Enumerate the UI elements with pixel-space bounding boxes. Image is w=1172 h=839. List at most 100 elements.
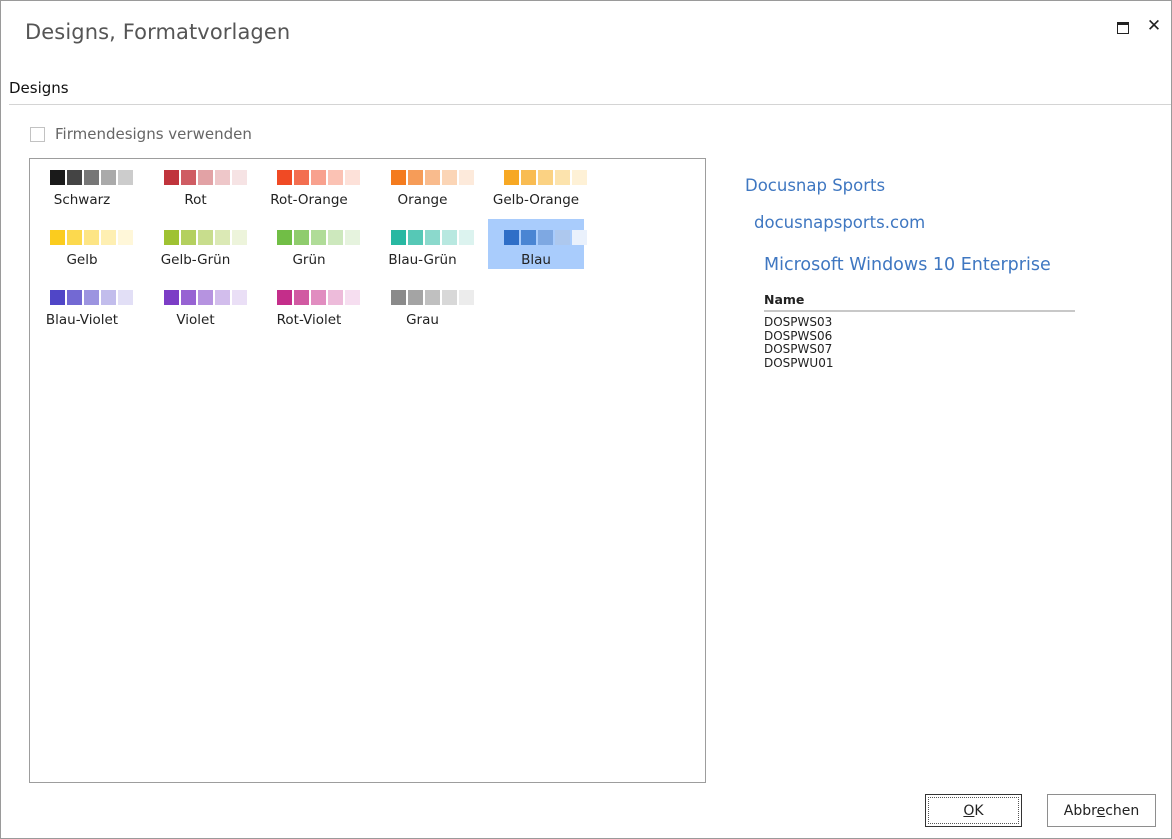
design-tile-label: Gelb-Grün — [160, 252, 231, 268]
design-tile-label: Blau — [521, 252, 551, 268]
color-swatch — [84, 170, 99, 185]
section-designs-label: Designs — [9, 79, 69, 97]
design-tile-violet[interactable]: Violet — [148, 279, 247, 329]
color-swatches — [390, 230, 476, 245]
design-tile-gr-n[interactable]: Grün — [261, 219, 360, 269]
color-swatch — [101, 230, 116, 245]
color-swatches — [163, 230, 249, 245]
design-tile-rot-orange[interactable]: Rot-Orange — [261, 159, 360, 209]
color-swatch — [294, 290, 309, 305]
color-swatch — [441, 170, 457, 185]
color-swatch — [390, 170, 406, 185]
maximize-button[interactable] — [1114, 17, 1132, 35]
company-designs-checkbox[interactable] — [30, 126, 45, 142]
design-tile-blau-violet[interactable]: Blau-Violet — [34, 279, 133, 329]
design-tile-label: Rot-Violet — [276, 312, 342, 328]
design-tile-label: Gelb — [66, 252, 98, 268]
design-tile-gelb-orange[interactable]: Gelb-Orange — [488, 159, 587, 209]
color-swatch — [458, 290, 474, 305]
color-swatch — [50, 170, 65, 185]
design-tile-rot-violet[interactable]: Rot-Violet — [261, 279, 360, 329]
dialog-title: Designs, Formatvorlagen — [25, 20, 291, 44]
color-swatch — [441, 230, 457, 245]
color-swatch — [572, 230, 587, 245]
color-swatch — [424, 230, 440, 245]
color-swatches — [277, 170, 362, 185]
color-swatches — [50, 170, 135, 185]
color-swatch — [118, 230, 133, 245]
color-swatch — [84, 290, 99, 305]
designs-dialog: Designs, Formatvorlagen ✕ Designs Firmen… — [0, 0, 1172, 839]
color-swatch — [458, 170, 474, 185]
color-swatch — [328, 170, 343, 185]
maximize-icon — [1117, 22, 1129, 34]
preview-table-row: DOSPWS06 — [764, 328, 833, 343]
preview-title: Docusnap Sports — [745, 176, 886, 195]
design-tile-label: Grau — [406, 312, 439, 328]
design-tile-orange[interactable]: Orange — [375, 159, 474, 209]
design-tile-label: Gelb-Orange — [492, 192, 580, 208]
color-swatch — [163, 230, 179, 245]
color-swatch — [231, 230, 247, 245]
design-tile-rot[interactable]: Rot — [148, 159, 247, 209]
color-swatch — [231, 290, 247, 305]
color-swatch — [390, 290, 406, 305]
color-swatches — [390, 170, 476, 185]
preview-table-body: DOSPWS03 DOSPWS06 DOSPWS07 DOSPWU01 — [764, 315, 1075, 370]
color-swatch — [277, 230, 292, 245]
color-swatch — [50, 290, 65, 305]
design-tile-blau[interactable]: Blau — [488, 219, 587, 269]
color-swatches — [504, 230, 589, 245]
design-tile-gelb-gr-n[interactable]: Gelb-Grün — [148, 219, 247, 269]
color-swatches — [163, 170, 249, 185]
design-tile-grau[interactable]: Grau — [375, 279, 474, 329]
color-swatch — [441, 290, 457, 305]
design-gallery[interactable]: Schwarz Rot Rot-Orange Orange Gelb-Orange Gel… — [29, 158, 706, 783]
color-swatch — [328, 290, 343, 305]
color-swatch — [345, 290, 360, 305]
company-designs-label: Firmendesigns verwenden — [55, 125, 252, 143]
close-button[interactable]: ✕ — [1145, 17, 1163, 35]
preview-table-header: Name — [764, 292, 1075, 312]
ok-button[interactable]: OK — [925, 794, 1022, 827]
preview-table-row: DOSPWS07 — [764, 342, 833, 356]
color-swatch — [277, 290, 292, 305]
color-swatch — [180, 170, 196, 185]
preview-table-row: DOSPWU01 — [764, 355, 834, 370]
color-swatch — [345, 170, 360, 185]
color-swatch — [538, 230, 553, 245]
cancel-button[interactable]: Abbrechen — [1047, 794, 1156, 827]
color-swatch — [390, 230, 406, 245]
preview-table: Name DOSPWS03 DOSPWS06 DOSPWS07 DOSPWU01 — [764, 292, 1075, 370]
color-swatch — [521, 230, 536, 245]
design-tile-gelb[interactable]: Gelb — [34, 219, 133, 269]
color-swatch — [458, 230, 474, 245]
design-tile-schwarz[interactable]: Schwarz — [34, 159, 133, 209]
cancel-button-label: Abbrechen — [1063, 802, 1140, 819]
color-swatch — [311, 290, 326, 305]
design-tile-label: Blau-Grün — [388, 252, 457, 268]
color-swatch — [197, 170, 213, 185]
color-swatch — [180, 290, 196, 305]
color-swatch — [555, 170, 570, 185]
color-swatch — [50, 230, 65, 245]
color-swatch — [163, 290, 179, 305]
color-swatches — [504, 170, 589, 185]
color-swatch — [67, 230, 82, 245]
color-swatch — [345, 230, 360, 245]
design-tile-blau-gr-n[interactable]: Blau-Grün — [375, 219, 474, 269]
design-tile-label: Rot — [184, 192, 207, 208]
preview-subtitle: docusnapsports.com — [754, 213, 926, 232]
focus-rectangle — [928, 797, 1019, 824]
design-tile-label: Schwarz — [53, 192, 111, 208]
color-swatch — [84, 230, 99, 245]
preview-os-heading: Microsoft Windows 10 Enterprise — [764, 255, 1051, 275]
company-designs-option[interactable]: Firmendesigns verwenden — [30, 125, 252, 143]
color-swatch — [504, 230, 519, 245]
color-swatch — [101, 170, 116, 185]
color-swatch — [424, 170, 440, 185]
color-swatches — [50, 230, 135, 245]
color-swatch — [180, 230, 196, 245]
color-swatch — [118, 290, 133, 305]
color-swatch — [407, 230, 423, 245]
